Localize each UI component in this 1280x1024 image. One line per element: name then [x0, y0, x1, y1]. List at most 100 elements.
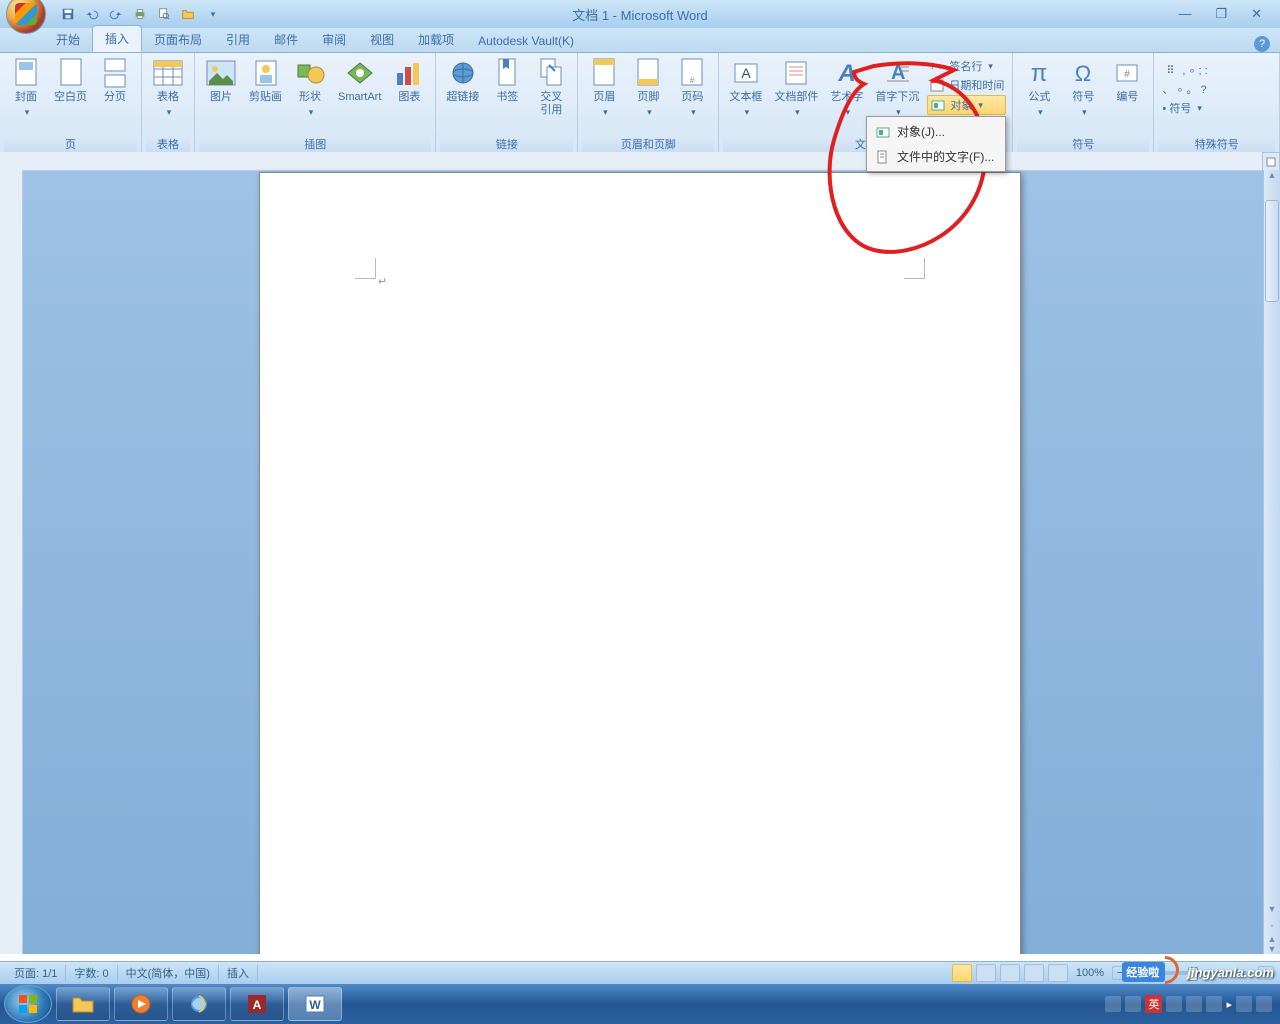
view-print-layout[interactable] [952, 964, 972, 982]
tab-references[interactable]: 引用 [214, 27, 262, 52]
btn-wordart[interactable]: A艺术字▾ [824, 55, 869, 121]
hyperlink-icon [447, 57, 479, 89]
equation-icon: π [1023, 57, 1055, 89]
status-page[interactable]: 页面: 1/1 [6, 965, 66, 981]
btn-clipart[interactable]: 剪贴画 [243, 55, 288, 106]
group-illustrations-label: 插图 [199, 135, 431, 153]
tray-ime[interactable]: 英 [1145, 995, 1162, 1013]
btn-footer[interactable]: 页脚▾ [626, 55, 670, 121]
btn-object[interactable]: 对象▾ [927, 95, 1006, 115]
tab-layout[interactable]: 页面布局 [142, 27, 214, 52]
tray-network-icon[interactable] [1236, 996, 1252, 1012]
tray-icon-5[interactable] [1206, 996, 1222, 1012]
btn-hyperlink[interactable]: 超链接 [440, 55, 485, 106]
btn-smartart[interactable]: SmartArt [332, 55, 387, 106]
qat-print-icon[interactable] [130, 4, 150, 24]
datetime-icon [929, 77, 945, 93]
window-title: 文档 1 - Microsoft Word [572, 5, 708, 24]
btn-pagenum[interactable]: #页码▾ [670, 55, 714, 121]
tab-home[interactable]: 开始 [44, 27, 92, 52]
btn-table[interactable]: 表格▾ [146, 55, 190, 121]
group-special-label: 特殊符号 [1158, 135, 1275, 153]
tray-sound-icon[interactable] [1256, 996, 1272, 1012]
btn-special-symbol[interactable]: • 符号▾ [1160, 99, 1209, 117]
qat-save-icon[interactable] [58, 4, 78, 24]
btn-datetime[interactable]: 日期和时间 [927, 76, 1006, 94]
tab-vault[interactable]: Autodesk Vault(K) [466, 30, 586, 52]
taskbar-word[interactable]: W [288, 987, 342, 1021]
status-lang[interactable]: 中文(简体，中国) [118, 965, 219, 981]
btn-shapes[interactable]: 形状▾ [288, 55, 332, 121]
scrollbar-thumb[interactable] [1265, 200, 1279, 302]
qat-undo-icon[interactable] [82, 4, 102, 24]
taskbar-media-player[interactable] [114, 987, 168, 1021]
tray-arrow[interactable]: ▸ [1226, 998, 1232, 1011]
chevron-down-icon: ▾ [211, 9, 216, 20]
chart-icon [393, 57, 425, 89]
btn-picture[interactable]: 图片 [199, 55, 243, 106]
smartart-icon [344, 57, 376, 89]
btn-symbol[interactable]: Ω符号▾ [1061, 55, 1105, 121]
group-symbols-label: 符号 [1017, 135, 1149, 153]
status-mode[interactable]: 插入 [219, 965, 258, 981]
view-outline[interactable] [1024, 964, 1044, 982]
taskbar-ie[interactable] [172, 987, 226, 1021]
tab-review[interactable]: 审阅 [310, 27, 358, 52]
tab-mail[interactable]: 邮件 [262, 27, 310, 52]
btn-textbox[interactable]: A文本框▾ [723, 55, 768, 121]
btn-bookmark[interactable]: 书签 [485, 55, 529, 106]
btn-cover-page[interactable]: 封面▾ [4, 55, 48, 121]
qat-preview-icon[interactable] [154, 4, 174, 24]
horizontal-ruler[interactable] [22, 152, 1264, 171]
svg-text:A: A [741, 65, 751, 81]
qat-redo-icon[interactable] [106, 4, 126, 24]
vertical-ruler[interactable] [0, 152, 23, 954]
help-button[interactable]: ? [1254, 36, 1270, 52]
taskbar-autocad[interactable]: A [230, 987, 284, 1021]
tab-addins[interactable]: 加载项 [406, 27, 466, 52]
btn-special-q[interactable]: 、 ∘ 。 ? [1160, 80, 1209, 98]
vertical-scrollbar[interactable]: ▲ ▼ ◦ ▲ ▼ [1263, 170, 1280, 954]
quick-access-toolbar: ▾ [58, 4, 222, 24]
tray-icon-3[interactable] [1166, 996, 1182, 1012]
maximize-button[interactable]: ❐ [1209, 4, 1233, 24]
status-words[interactable]: 字数: 0 [66, 965, 117, 981]
tray-icon-1[interactable] [1105, 996, 1121, 1012]
number-icon: # [1111, 57, 1143, 89]
svg-text:π: π [1031, 60, 1048, 87]
footer-icon [632, 57, 664, 89]
menu-item-object[interactable]: 对象(J)... [869, 119, 1003, 144]
watermark: 经验啦 jingyanla.com [1122, 962, 1274, 982]
symbol-icon: Ω [1067, 57, 1099, 89]
close-button[interactable]: ✕ [1245, 4, 1268, 24]
tab-view[interactable]: 视图 [358, 27, 406, 52]
btn-chart[interactable]: 图表 [387, 55, 431, 106]
ruler-toggle[interactable] [1262, 152, 1280, 172]
view-web-layout[interactable] [1000, 964, 1020, 982]
view-full-screen[interactable] [976, 964, 996, 982]
btn-dropcap[interactable]: A首字下沉▾ [869, 55, 925, 121]
btn-blank-page[interactable]: 空白页 [48, 55, 93, 106]
btn-equation[interactable]: π公式▾ [1017, 55, 1061, 121]
btn-special-grid[interactable]: ⠿, ∘ ; : [1160, 61, 1209, 79]
tab-insert[interactable]: 插入 [92, 25, 142, 52]
tray-icon-4[interactable] [1186, 996, 1202, 1012]
taskbar-explorer[interactable] [56, 987, 110, 1021]
btn-signature[interactable]: 签名行▾ [927, 57, 1006, 75]
start-button[interactable] [4, 985, 52, 1023]
svg-text:W: W [309, 998, 321, 1012]
btn-header[interactable]: 页眉▾ [582, 55, 626, 121]
document-page[interactable]: ↵ [259, 172, 1021, 954]
btn-page-break[interactable]: 分页 [93, 55, 137, 106]
minimize-button[interactable]: — [1172, 4, 1197, 24]
tray-icon-2[interactable] [1125, 996, 1141, 1012]
status-zoom[interactable]: 100% [1076, 967, 1104, 979]
btn-parts[interactable]: 文档部件▾ [768, 55, 824, 121]
group-tables: 表格▾ 表格 [142, 53, 195, 153]
qat-dropdown-icon[interactable]: ▾ [202, 4, 222, 24]
qat-open-icon[interactable] [178, 4, 198, 24]
btn-crossref[interactable]: 交叉 引用 [529, 55, 573, 119]
btn-number[interactable]: #编号 [1105, 55, 1149, 106]
menu-item-textfile[interactable]: 文件中的文字(F)... [869, 144, 1003, 169]
view-draft[interactable] [1048, 964, 1068, 982]
